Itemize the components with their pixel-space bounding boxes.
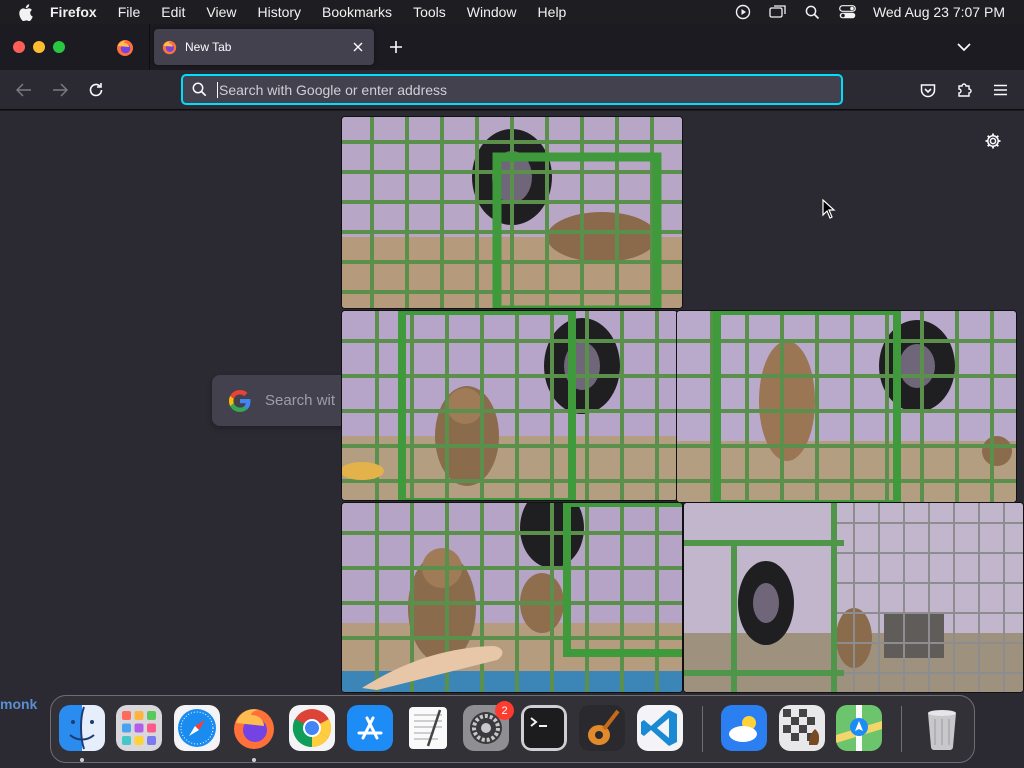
app-store-icon[interactable] (347, 705, 393, 751)
window-minimize-button[interactable] (33, 41, 45, 53)
address-bar-placeholder: Search with Google or enter address (219, 81, 448, 98)
weather-icon[interactable] (721, 705, 767, 751)
address-bar[interactable]: Search with Google or enter address (181, 74, 843, 105)
dock-separator (901, 706, 902, 752)
launchpad-icon[interactable] (116, 705, 162, 751)
firefox-dock-icon[interactable] (231, 705, 277, 751)
apple-menu-icon[interactable] (18, 3, 36, 21)
garageband-icon[interactable] (579, 705, 625, 751)
google-logo-icon (229, 389, 251, 412)
window-zoom-button[interactable] (53, 41, 65, 53)
running-indicator (80, 758, 84, 762)
screen-record-icon[interactable] (733, 0, 753, 24)
maps-icon[interactable] (836, 705, 882, 751)
photo-tile-5 (683, 502, 1024, 693)
chess-icon[interactable] (779, 705, 825, 751)
reload-icon[interactable] (84, 78, 108, 102)
tab-title: New Tab (185, 40, 232, 54)
app-menu-hamburger-icon[interactable] (988, 78, 1012, 102)
textedit-icon[interactable] (405, 705, 451, 751)
dock-separator (702, 706, 703, 752)
finder-icon[interactable] (59, 705, 105, 751)
photo-tile-2 (341, 310, 678, 501)
menubar-clock[interactable]: Wed Aug 23 7:07 PM (873, 4, 1005, 20)
menu-bookmarks[interactable]: Bookmarks (322, 4, 392, 20)
pocket-icon[interactable] (916, 78, 940, 102)
terminal-icon[interactable] (521, 705, 567, 751)
running-indicator (252, 758, 256, 762)
photo-tile-1 (341, 116, 683, 309)
forward-arrow-icon[interactable] (48, 78, 72, 102)
mouse-pointer-icon (822, 199, 836, 219)
pinned-tab-firefox-icon[interactable] (114, 37, 136, 59)
navigation-toolbar: Search with Google or enter address (0, 70, 1024, 110)
back-arrow-icon[interactable] (12, 78, 36, 102)
menu-view[interactable]: View (206, 4, 236, 20)
notification-badge: 2 (495, 701, 514, 720)
extensions-puzzle-icon[interactable] (952, 78, 976, 102)
menu-window[interactable]: Window (467, 4, 517, 20)
spotlight-search-icon[interactable] (803, 0, 823, 24)
firefox-favicon-icon (162, 39, 178, 55)
window-switch-icon[interactable] (768, 0, 788, 24)
photo-tile-3 (676, 310, 1017, 503)
google-search-placeholder: Search wit (265, 392, 336, 409)
safari-icon[interactable] (174, 705, 220, 751)
menu-edit[interactable]: Edit (161, 4, 185, 20)
macos-menu-bar: Firefox File Edit View History Bookmarks… (0, 0, 1024, 24)
vscode-icon[interactable] (637, 705, 683, 751)
personalize-gear-icon[interactable] (983, 131, 1003, 151)
control-center-icon[interactable] (838, 0, 858, 24)
close-tab-icon[interactable] (348, 37, 368, 57)
window-close-button[interactable] (13, 41, 25, 53)
list-all-tabs-chevron-down-icon[interactable] (952, 36, 976, 58)
new-tab-plus-icon[interactable] (385, 36, 407, 58)
menu-tools[interactable]: Tools (413, 4, 446, 20)
partial-text-label: monk (0, 696, 38, 712)
tab-separator (149, 24, 150, 70)
chrome-icon[interactable] (289, 705, 335, 751)
tab-strip: New Tab (0, 24, 1024, 70)
menu-help[interactable]: Help (538, 4, 567, 20)
menu-file[interactable]: File (118, 4, 141, 20)
photo-tile-4 (341, 502, 683, 693)
tab-new-tab[interactable]: New Tab (154, 29, 374, 65)
trash-icon[interactable] (919, 705, 965, 751)
search-icon (192, 82, 208, 98)
menu-app-firefox[interactable]: Firefox (50, 4, 97, 20)
menu-history[interactable]: History (257, 4, 301, 20)
text-caret (217, 81, 218, 98)
